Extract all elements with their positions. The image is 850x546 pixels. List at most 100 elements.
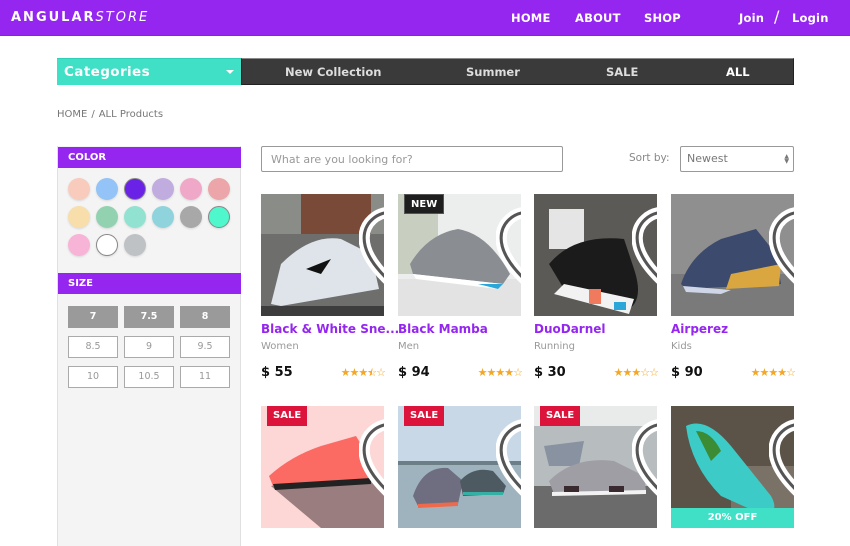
color-swatch[interactable]	[180, 206, 202, 228]
star-half-icon: ☆★	[367, 366, 377, 379]
sort-label: Sort by:	[629, 152, 670, 164]
store-logo[interactable]: ANGULARSTORE	[11, 10, 149, 25]
auth-separator: /	[774, 7, 780, 26]
product-image[interactable]	[671, 194, 794, 316]
product-rating: ★★★☆☆	[613, 366, 659, 379]
logo-thin-text: STORE	[95, 10, 150, 25]
heart-icon[interactable]	[359, 200, 384, 284]
product-category: Running	[534, 341, 575, 352]
size-option[interactable]: 8.5	[68, 336, 118, 358]
size-option[interactable]: 11	[180, 366, 230, 388]
filter-sidebar: COLOR SIZE 7 7.5 8 8.5 9 9.5 10 10.5 11	[57, 146, 241, 546]
color-swatch[interactable]	[208, 206, 230, 228]
categories-dropdown[interactable]: Categories	[57, 58, 241, 85]
product-rating: ★★★★☆	[750, 366, 796, 379]
size-option[interactable]: 9.5	[180, 336, 230, 358]
breadcrumb: HOME / ALL Products	[57, 109, 163, 120]
star-full-icon: ★	[768, 366, 778, 379]
color-swatch[interactable]	[68, 178, 90, 200]
color-swatch[interactable]	[96, 206, 118, 228]
size-filter-title: SIZE	[58, 273, 241, 294]
size-option[interactable]: 9	[124, 336, 174, 358]
star-full-icon: ★	[504, 366, 514, 379]
category-all[interactable]: ALL	[726, 65, 750, 79]
login-link[interactable]: Login	[792, 11, 829, 25]
category-links: New Collection Summer SALE ALL	[241, 58, 794, 85]
product-category: Women	[261, 341, 299, 352]
color-swatch[interactable]	[96, 234, 118, 256]
product-image[interactable]	[534, 194, 657, 316]
category-summer[interactable]: Summer	[466, 65, 520, 79]
size-option[interactable]: 7	[68, 306, 118, 328]
category-sale[interactable]: SALE	[606, 65, 638, 79]
size-option[interactable]: 10	[68, 366, 118, 388]
color-swatch[interactable]	[124, 206, 146, 228]
color-swatch[interactable]	[152, 206, 174, 228]
product-image[interactable]: SALE	[261, 406, 384, 528]
sale-badge: SALE	[404, 406, 445, 426]
color-swatch[interactable]	[180, 178, 202, 200]
logo-bold-text: ANGULAR	[11, 10, 96, 25]
breadcrumb-current: ALL Products	[98, 109, 164, 120]
color-swatch[interactable]	[208, 178, 230, 200]
star-empty-icon: ☆	[376, 366, 386, 379]
heart-icon[interactable]	[769, 200, 794, 284]
star-full-icon: ★	[750, 366, 761, 379]
new-badge: NEW	[404, 194, 445, 214]
color-swatch[interactable]	[152, 178, 174, 200]
star-full-icon: ★	[340, 366, 351, 379]
color-swatch[interactable]	[96, 178, 118, 200]
join-link[interactable]: Join	[739, 11, 764, 25]
product-price: $ 94	[398, 365, 430, 380]
star-full-icon: ★	[358, 366, 368, 379]
breadcrumb-separator: /	[91, 109, 95, 120]
product-price: $ 90	[671, 365, 703, 380]
size-option[interactable]: 7.5	[124, 306, 174, 328]
product-image[interactable]: SALE	[398, 406, 521, 528]
star-full-icon: ★	[777, 366, 787, 379]
product-name[interactable]: Airperez	[671, 322, 796, 336]
nav-shop[interactable]: SHOP	[644, 11, 681, 25]
size-option[interactable]: 8	[180, 306, 230, 328]
color-swatch[interactable]	[68, 206, 90, 228]
heart-icon[interactable]	[359, 412, 384, 496]
product-image[interactable]: NEW	[398, 194, 521, 316]
heart-icon[interactable]	[769, 412, 794, 496]
star-empty-icon: ☆	[649, 366, 659, 379]
category-bar: Categories New Collection Summer SALE AL…	[57, 58, 794, 85]
product-name[interactable]: Black Mamba	[398, 322, 523, 336]
heart-icon[interactable]	[632, 412, 657, 496]
star-full-icon: ★	[631, 366, 641, 379]
product-image[interactable]: 20% OFF	[671, 406, 794, 528]
star-full-icon: ★	[613, 366, 624, 379]
product-name[interactable]: DuoDarnel	[534, 322, 659, 336]
color-swatch[interactable]	[124, 178, 146, 200]
product-price: $ 55	[261, 365, 293, 380]
color-swatch[interactable]	[68, 234, 90, 256]
search-input[interactable]	[261, 146, 563, 172]
color-filter-title: COLOR	[58, 147, 241, 168]
product-image[interactable]	[261, 194, 384, 316]
top-navbar: ANGULARSTORE HOME ABOUT SHOP Join / Logi…	[0, 0, 850, 36]
product-name[interactable]: Black & White Sne...	[261, 322, 399, 336]
nav-home[interactable]: HOME	[511, 11, 551, 25]
heart-icon[interactable]	[496, 200, 521, 284]
categories-label: Categories	[64, 64, 151, 80]
caret-down-icon	[226, 70, 234, 74]
breadcrumb-home[interactable]: HOME	[57, 109, 87, 120]
star-full-icon: ★	[495, 366, 505, 379]
heart-icon[interactable]	[496, 412, 521, 496]
star-empty-icon: ☆	[786, 366, 796, 379]
nav-about[interactable]: ABOUT	[575, 11, 621, 25]
category-new-collection[interactable]: New Collection	[285, 65, 381, 79]
sale-badge: SALE	[267, 406, 308, 426]
size-option[interactable]: 10.5	[124, 366, 174, 388]
color-swatch[interactable]	[124, 234, 146, 256]
star-empty-icon: ☆	[513, 366, 523, 379]
sort-selected-value: Newest	[687, 152, 728, 165]
product-price: $ 30	[534, 365, 566, 380]
heart-icon[interactable]	[632, 200, 657, 284]
sale-badge: SALE	[540, 406, 581, 426]
product-image[interactable]: SALE	[534, 406, 657, 528]
sort-select[interactable]: Newest ▲ ▼	[680, 146, 794, 172]
